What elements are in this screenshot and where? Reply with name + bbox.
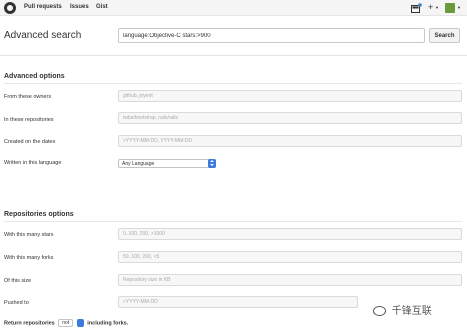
watermark-logo-icon xyxy=(373,306,386,317)
forks-select[interactable]: not xyxy=(58,319,74,327)
repositories-label: In these repositories xyxy=(4,117,54,123)
pushed-label: Pushed to xyxy=(4,300,29,306)
advanced-options-title: Advanced options xyxy=(4,73,65,80)
size-label: Of this size xyxy=(4,278,32,284)
watermark-text: 千锋互联 xyxy=(391,306,432,317)
created-dates-input[interactable] xyxy=(118,135,462,147)
language-select-value: Any Language xyxy=(122,161,155,167)
search-query-input[interactable] xyxy=(118,28,425,43)
nav-gist[interactable]: Gist xyxy=(96,4,108,10)
owners-label: From these owners xyxy=(4,94,52,100)
select-arrows-icon[interactable] xyxy=(76,319,84,327)
created-dates-label: Created on the dates xyxy=(4,139,56,145)
forks-input[interactable] xyxy=(118,251,462,263)
language-label: Written in this language xyxy=(4,160,62,166)
language-select[interactable]: Any Language xyxy=(118,159,216,168)
octocat-icon[interactable] xyxy=(4,2,16,14)
return-repositories-row: Return repositories not including forks. xyxy=(4,319,128,327)
watermark: 千锋互联 xyxy=(373,302,432,317)
plus-icon[interactable]: + xyxy=(428,2,433,12)
return-suffix: including forks. xyxy=(87,320,129,327)
forks-label: With this many forks xyxy=(4,255,54,261)
nav-issues[interactable]: Issues xyxy=(70,4,89,10)
avatar-chevron-icon[interactable]: ▼ xyxy=(457,5,461,10)
top-navigation-bar: Pull requests Issues Gist + ▼ ▼ xyxy=(0,0,467,16)
stars-label: With this many stars xyxy=(4,232,54,238)
select-arrows-icon xyxy=(208,159,216,168)
repositories-input[interactable] xyxy=(118,112,462,124)
size-input[interactable] xyxy=(118,274,462,286)
owners-input[interactable] xyxy=(118,90,462,102)
pushed-input[interactable] xyxy=(118,296,358,308)
divider xyxy=(4,83,462,84)
page-title: Advanced search xyxy=(4,30,82,41)
nav-pull-requests[interactable]: Pull requests xyxy=(24,4,62,10)
chevron-down-icon[interactable]: ▼ xyxy=(435,5,439,10)
search-button[interactable]: Search xyxy=(429,28,460,43)
stars-input[interactable] xyxy=(118,228,462,240)
divider xyxy=(4,221,462,222)
return-prefix: Return repositories xyxy=(4,320,55,327)
avatar[interactable] xyxy=(445,3,455,13)
notification-icon[interactable] xyxy=(411,3,422,13)
repositories-options-title: Repositories options xyxy=(4,211,74,218)
search-header: Advanced search Search xyxy=(0,16,467,56)
